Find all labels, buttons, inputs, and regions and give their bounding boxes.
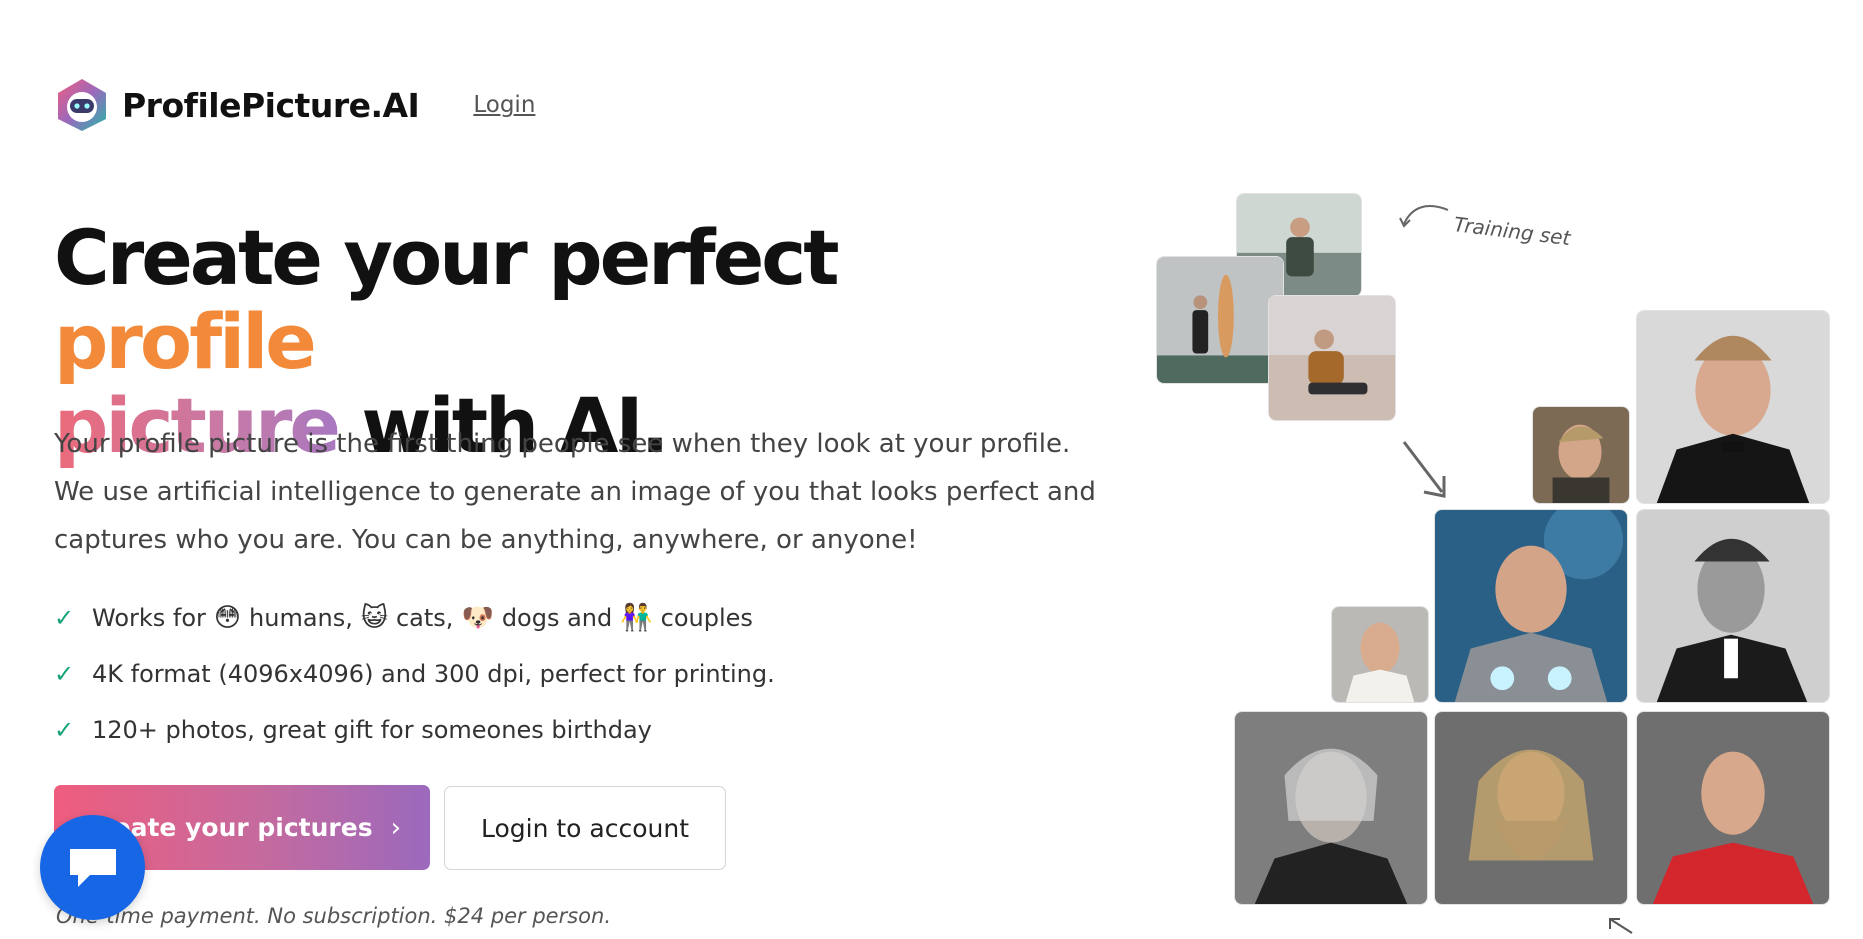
brand-name[interactable]: ProfilePicture.AI (122, 86, 420, 125)
hero-description: Your profile picture is the first thing … (54, 429, 1096, 555)
down-right-arrow-icon (1402, 441, 1446, 498)
flushed-face-icon: 😳 (213, 603, 242, 633)
headline-part1: Create your perfect (54, 213, 840, 302)
training-set-annotation: Training set (1452, 212, 1572, 251)
chevron-right-icon: › (390, 812, 402, 843)
feature-item: ✓ 120+ photos, great gift for someones b… (54, 702, 775, 758)
feature-item: ✓ 4K format (4096x4096) and 300 dpi, per… (54, 646, 775, 702)
generated-photo-astronaut (1434, 509, 1628, 703)
couple-icon: 👫 (620, 603, 653, 633)
site-header: ProfilePicture.AI Login (54, 76, 535, 134)
curved-arrow-icon (1399, 205, 1449, 228)
feature-text: dogs and (501, 604, 613, 632)
generated-photo-tuxedo (1636, 310, 1830, 504)
chat-icon (69, 848, 116, 887)
generated-photo-grey-hair (1234, 711, 1428, 905)
generated-photo-white-fur (1331, 606, 1429, 703)
feature-text: Works for (92, 604, 206, 632)
feature-text: cats, (395, 604, 454, 632)
checkmark-icon: ✓ (54, 660, 75, 688)
feature-text: 4K format (4096x4096) and 300 dpi, perfe… (92, 660, 775, 688)
feature-list: ✓ Works for 😳 humans, 😺 cats, 🐶 dogs and… (54, 590, 775, 758)
headline-highlight-profile: profile (54, 297, 317, 386)
generated-photo-red-shirt (1636, 711, 1830, 905)
login-to-account-button[interactable]: Login to account (444, 786, 726, 870)
dog-face-icon: 🐶 (461, 603, 494, 633)
feature-item: ✓ Works for 😳 humans, 😺 cats, 🐶 dogs and… (54, 590, 775, 646)
generated-photo-long-beard (1434, 711, 1628, 905)
checkmark-icon: ✓ (54, 604, 75, 632)
generated-photo-side-profile (1532, 406, 1630, 504)
cat-face-icon: 😺 (360, 603, 388, 633)
feature-text: humans, (249, 604, 353, 632)
training-photo-surfboard (1156, 256, 1284, 384)
chat-widget-button[interactable] (40, 815, 145, 920)
feature-text: 120+ photos, great gift for someones bir… (92, 716, 652, 744)
login-link[interactable]: Login (473, 92, 535, 118)
training-photo-sitting (1268, 295, 1396, 421)
checkmark-icon: ✓ (54, 716, 75, 744)
feature-text: couples (660, 604, 753, 632)
generated-photo-bw-suit (1636, 509, 1830, 703)
pricing-note: One-time payment. No subscription. $24 p… (56, 904, 612, 928)
camera-robot-logo-icon[interactable] (54, 77, 110, 133)
small-arrow-icon (1609, 918, 1633, 934)
